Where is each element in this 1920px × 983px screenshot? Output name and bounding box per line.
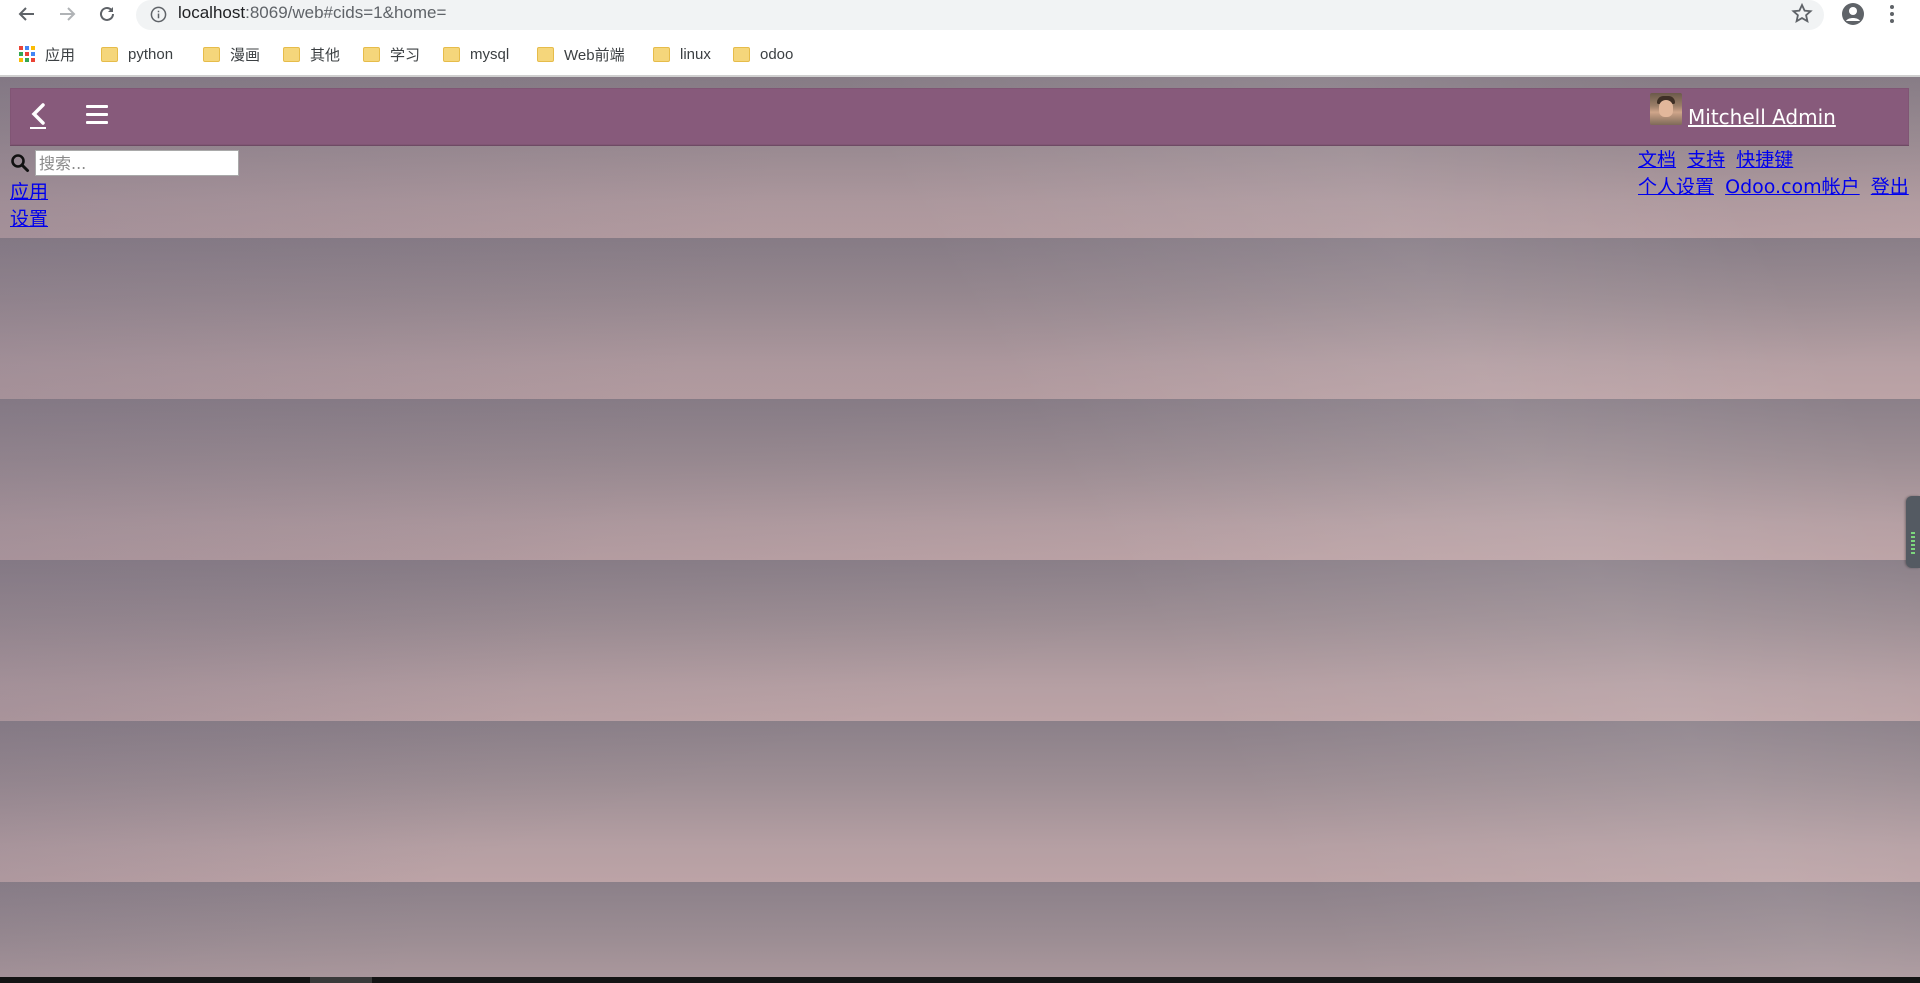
url-text[interactable]: localhost:8069/web#cids=1&home=	[178, 3, 446, 23]
bookmark-mysql[interactable]: mysql	[441, 40, 509, 68]
address-bar[interactable]: localhost:8069/web#cids=1&home=	[136, 0, 1824, 30]
link-documentation[interactable]: 文档	[1638, 149, 1676, 171]
browser-toolbar: localhost:8069/web#cids=1&home=	[0, 0, 1920, 30]
bookmark-apps[interactable]: 应用	[19, 40, 75, 68]
folder-icon	[443, 46, 460, 62]
search-bar	[10, 149, 239, 177]
odoo-home-page: Mitchell Admin 应用 设置 文档 支持 快捷键 个人设置 Odoo…	[0, 77, 1920, 977]
hamburger-menu-icon[interactable]	[86, 105, 108, 125]
user-menu-toggle[interactable]: Mitchell Admin	[1650, 88, 1836, 145]
bookmark-python[interactable]: python	[99, 40, 173, 68]
folder-icon	[537, 46, 554, 62]
info-icon[interactable]	[150, 6, 167, 23]
bookmark-study[interactable]: 学习	[361, 40, 420, 68]
bookmark-label: odoo	[760, 45, 794, 63]
chevron-left-icon	[31, 103, 45, 125]
bookmark-label: python	[128, 45, 174, 63]
search-icon	[11, 154, 29, 172]
apps-grid-icon	[19, 46, 35, 62]
top-navbar: Mitchell Admin	[10, 88, 1909, 146]
bookmark-other[interactable]: 其他	[281, 40, 340, 68]
underline-mark	[30, 127, 46, 129]
background-overlay	[0, 77, 1920, 977]
bookmark-label: 漫画	[230, 46, 261, 64]
search-input[interactable]	[35, 150, 239, 176]
side-panel-handle[interactable]	[1906, 496, 1920, 568]
user-name: Mitchell Admin	[1688, 104, 1836, 129]
link-preferences[interactable]: 个人设置	[1638, 176, 1714, 198]
bookmark-linux[interactable]: linux	[651, 40, 711, 68]
back-button[interactable]	[28, 102, 50, 130]
link-logout[interactable]: 登出	[1871, 176, 1909, 198]
user-dropdown-links: 文档 支持 快捷键 个人设置 Odoo.com帐户 登出	[1638, 147, 1915, 201]
bookmark-label: mysql	[470, 45, 510, 63]
bookmark-web-frontend[interactable]: Web前端	[535, 40, 625, 68]
back-arrow-icon[interactable]	[15, 2, 39, 26]
more-vert-icon[interactable]	[1882, 2, 1902, 26]
reload-icon[interactable]	[95, 2, 119, 26]
bookmark-label: 应用	[45, 46, 76, 64]
folder-icon	[653, 46, 670, 62]
bookmarks-bar: 应用 python 漫画 其他 学习 mysql Web前端 linux odo…	[0, 38, 1920, 72]
scrollbar-thumb[interactable]	[310, 977, 372, 983]
folder-icon	[733, 46, 750, 62]
bookmark-star-icon[interactable]	[1790, 2, 1814, 26]
folder-icon	[101, 46, 118, 62]
account-icon[interactable]	[1840, 1, 1866, 27]
folder-icon	[363, 46, 380, 62]
bookmark-label: linux	[680, 45, 711, 63]
folder-icon	[203, 46, 220, 62]
grip-icon	[1911, 532, 1915, 556]
link-support[interactable]: 支持	[1687, 149, 1725, 171]
menu-item-apps[interactable]: 应用	[10, 181, 48, 203]
link-shortcuts[interactable]: 快捷键	[1736, 149, 1793, 171]
bookmark-odoo[interactable]: odoo	[731, 40, 793, 68]
link-odoo-account[interactable]: Odoo.com帐户	[1725, 176, 1860, 198]
avatar	[1650, 92, 1682, 125]
app-menu-list: 应用 设置	[10, 179, 48, 233]
forward-arrow-icon[interactable]	[55, 2, 79, 26]
bookmark-label: 其他	[310, 46, 341, 64]
horizontal-scrollbar[interactable]	[0, 977, 1920, 983]
bookmark-label: Web前端	[564, 46, 625, 64]
bookmark-manhua[interactable]: 漫画	[201, 40, 260, 68]
menu-item-settings[interactable]: 设置	[10, 208, 48, 230]
folder-icon	[283, 46, 300, 62]
bookmark-label: 学习	[390, 46, 421, 64]
